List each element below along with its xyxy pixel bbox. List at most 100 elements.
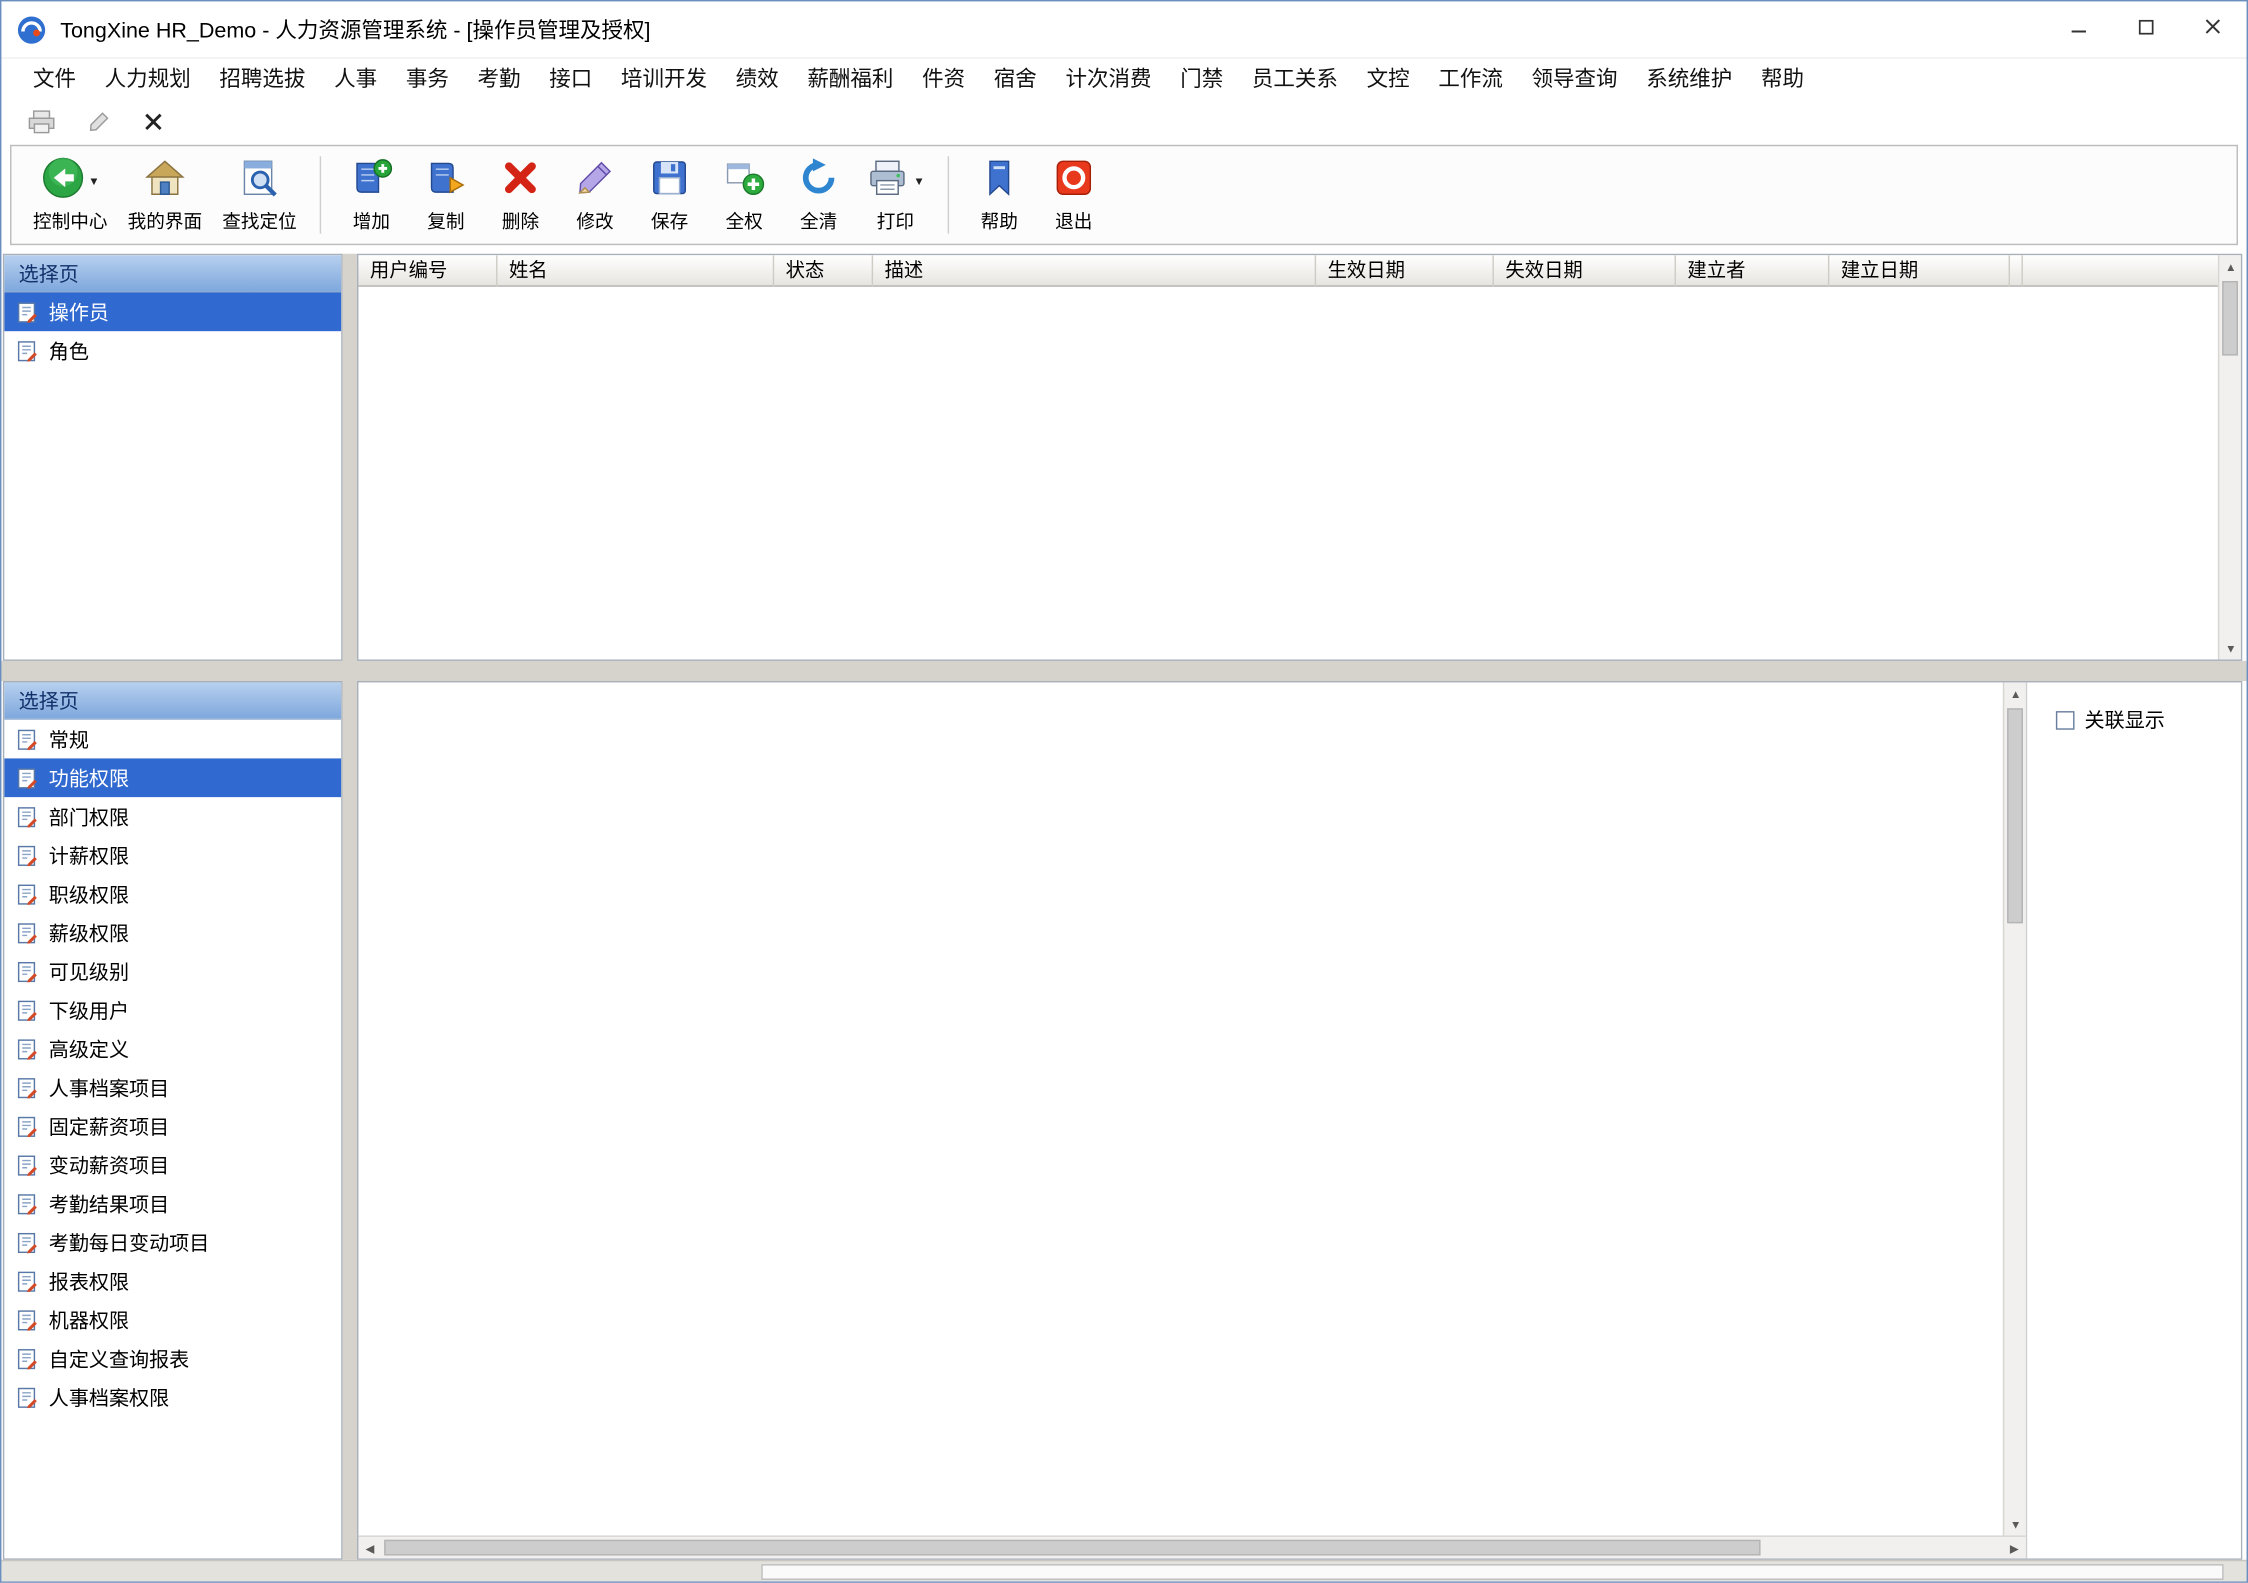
menu-item-10[interactable]: 件资 bbox=[908, 59, 980, 102]
help-icon bbox=[978, 156, 1021, 206]
sidebar-item-function-perms[interactable]: 功能权限 bbox=[4, 758, 341, 797]
sidebar-item-variable-salary-items[interactable]: 变动薪资项目 bbox=[4, 1146, 341, 1185]
column-header-1[interactable]: 姓名 bbox=[497, 255, 774, 287]
menu-item-13[interactable]: 门禁 bbox=[1166, 59, 1238, 102]
toolbar-button-label: 打印 bbox=[877, 206, 914, 233]
toolbar-control-center-button[interactable]: ▼控制中心 bbox=[23, 154, 118, 236]
dropdown-arrow-icon[interactable]: ▼ bbox=[88, 174, 99, 187]
menu-item-3[interactable]: 人事 bbox=[320, 59, 392, 102]
close-view-button[interactable] bbox=[142, 110, 165, 133]
menu-item-9[interactable]: 薪酬福利 bbox=[793, 59, 908, 102]
scroll-down-icon[interactable]: ▼ bbox=[2219, 637, 2242, 660]
menu-item-15[interactable]: 文控 bbox=[1352, 59, 1424, 102]
menu-item-14[interactable]: 员工关系 bbox=[1238, 59, 1353, 102]
page-icon bbox=[16, 1308, 39, 1331]
window-horizontal-scrollbar[interactable] bbox=[1, 1560, 2246, 1583]
sidebar-item-advanced-define[interactable]: 高级定义 bbox=[4, 1029, 341, 1068]
column-header-4[interactable]: 生效日期 bbox=[1316, 255, 1494, 287]
sidebar-item-attendance-daily-items[interactable]: 考勤每日变动项目 bbox=[4, 1223, 341, 1262]
menu-item-19[interactable]: 帮助 bbox=[1747, 59, 1819, 102]
sidebar-item-fixed-salary-items[interactable]: 固定薪资项目 bbox=[4, 1107, 341, 1146]
sidebar-item-pay-calc-perms[interactable]: 计薪权限 bbox=[4, 836, 341, 875]
menu-item-11[interactable]: 宿舍 bbox=[979, 59, 1051, 102]
close-button[interactable] bbox=[2179, 1, 2246, 57]
toolbar-copy-button[interactable]: 复制 bbox=[409, 154, 484, 236]
sidebar-item-operators[interactable]: 操作员 bbox=[4, 292, 341, 331]
sidebar-item-general[interactable]: 常规 bbox=[4, 720, 341, 759]
scroll-left-icon[interactable]: ◀ bbox=[358, 1537, 381, 1559]
tree-vertical-scrollbar[interactable]: ▲ ▼ bbox=[2003, 682, 2026, 1535]
scrollbar-thumb[interactable] bbox=[761, 1564, 2223, 1580]
menu-item-5[interactable]: 考勤 bbox=[463, 59, 535, 102]
sidebar-item-dept-perms[interactable]: 部门权限 bbox=[4, 797, 341, 836]
horizontal-splitter[interactable] bbox=[1, 661, 2246, 681]
toolbar-button-label: 保存 bbox=[651, 206, 688, 233]
toolbar-save-button[interactable]: 保存 bbox=[632, 154, 707, 236]
edit-layout-button[interactable] bbox=[87, 110, 110, 133]
menu-item-17[interactable]: 领导查询 bbox=[1517, 59, 1632, 102]
main-toolbar: ▼控制中心我的界面查找定位增加复制删除修改保存全权全清 ▼ 打印 帮助退出 bbox=[10, 145, 2238, 245]
vertical-splitter[interactable] bbox=[343, 254, 357, 1560]
menu-item-2[interactable]: 招聘选拔 bbox=[205, 59, 320, 102]
page-icon bbox=[16, 1192, 39, 1215]
column-header-5[interactable]: 失效日期 bbox=[1494, 255, 1676, 287]
titlebar: TongXine HR_Demo - 人力资源管理系统 - [操作员管理及授权] bbox=[1, 1, 2246, 58]
menu-item-7[interactable]: 培训开发 bbox=[607, 59, 722, 102]
sidebar-item-salary-grade-perms[interactable]: 薪级权限 bbox=[4, 913, 341, 952]
print-preview-button[interactable] bbox=[27, 109, 56, 135]
sidebar-item-report-perms[interactable]: 报表权限 bbox=[4, 1262, 341, 1301]
sidebar-item-subordinate-users[interactable]: 下级用户 bbox=[4, 991, 341, 1030]
menu-item-8[interactable]: 绩效 bbox=[721, 59, 793, 102]
sidebar-item-attendance-result-items[interactable]: 考勤结果项目 bbox=[4, 1184, 341, 1223]
table-vertical-scrollbar[interactable]: ▲ ▼ bbox=[2218, 255, 2241, 659]
toolbar-grant-all-button[interactable]: 全权 bbox=[707, 154, 782, 236]
column-header-7[interactable]: 建立日期 bbox=[1829, 255, 2010, 287]
link-display-toggle[interactable]: 关联显示 bbox=[2056, 705, 2242, 734]
column-header-6[interactable]: 建立者 bbox=[1676, 255, 1829, 287]
sidebar-item-roles[interactable]: 角色 bbox=[4, 331, 341, 370]
sidebar-item-visible-level[interactable]: 可见级别 bbox=[4, 952, 341, 991]
page-icon bbox=[16, 1037, 39, 1060]
minimize-button[interactable] bbox=[2044, 1, 2111, 57]
toolbar-exit-button[interactable]: 退出 bbox=[1036, 154, 1111, 236]
toolbar-help-button[interactable]: 帮助 bbox=[962, 154, 1037, 236]
dropdown-arrow-icon[interactable]: ▼ bbox=[913, 174, 924, 187]
scroll-right-icon[interactable]: ▶ bbox=[2003, 1537, 2026, 1559]
scroll-down-icon[interactable]: ▼ bbox=[2004, 1513, 2026, 1536]
edit-icon bbox=[574, 156, 617, 206]
menu-item-16[interactable]: 工作流 bbox=[1424, 59, 1517, 102]
menu-item-18[interactable]: 系统维护 bbox=[1632, 59, 1747, 102]
sidebar-item-custom-query-reports[interactable]: 自定义查询报表 bbox=[4, 1339, 341, 1378]
scroll-up-icon[interactable]: ▲ bbox=[2004, 682, 2026, 705]
toolbar-print-button[interactable]: ▼ 打印 bbox=[856, 154, 935, 236]
scrollbar-thumb[interactable] bbox=[2222, 281, 2238, 356]
column-header-0[interactable]: 用户编号 bbox=[358, 255, 497, 287]
toolbar-button-label: 退出 bbox=[1055, 206, 1092, 233]
maximize-button[interactable] bbox=[2112, 1, 2179, 57]
toolbar-add-button[interactable]: 增加 bbox=[334, 154, 409, 236]
save-icon bbox=[648, 156, 691, 206]
menu-item-0[interactable]: 文件 bbox=[19, 59, 91, 102]
sidebar-item-rank-perms[interactable]: 职级权限 bbox=[4, 875, 341, 914]
toolbar-clear-all-button[interactable]: 全清 bbox=[781, 154, 856, 236]
tree-horizontal-scrollbar[interactable]: ◀ ▶ bbox=[358, 1535, 2025, 1558]
toolbar-edit-button[interactable]: 修改 bbox=[558, 154, 633, 236]
scrollbar-thumb[interactable] bbox=[2007, 708, 2023, 923]
checkbox-checked-icon[interactable] bbox=[2056, 710, 2075, 729]
toolbar-delete-button[interactable]: 删除 bbox=[483, 154, 558, 236]
page-icon bbox=[16, 805, 39, 828]
column-header-3[interactable]: 描述 bbox=[873, 255, 1316, 287]
sidebar-item-machine-perms[interactable]: 机器权限 bbox=[4, 1300, 341, 1339]
sidebar-item-hr-file-perms[interactable]: 人事档案权限 bbox=[4, 1378, 341, 1417]
menu-item-1[interactable]: 人力规划 bbox=[90, 59, 205, 102]
scrollbar-thumb[interactable] bbox=[384, 1540, 1760, 1556]
menu-item-4[interactable]: 事务 bbox=[391, 59, 463, 102]
toolbar-my-interface-button[interactable]: 我的界面 bbox=[118, 154, 213, 236]
menu-item-12[interactable]: 计次消费 bbox=[1051, 59, 1166, 102]
column-header-2[interactable]: 状态 bbox=[774, 255, 873, 287]
operator-page-selector: 选择页 操作员角色 bbox=[3, 254, 343, 661]
scroll-up-icon[interactable]: ▲ bbox=[2219, 255, 2242, 278]
menu-item-6[interactable]: 接口 bbox=[535, 59, 607, 102]
sidebar-item-hr-file-items[interactable]: 人事档案项目 bbox=[4, 1068, 341, 1107]
toolbar-find-locate-button[interactable]: 查找定位 bbox=[212, 154, 307, 236]
